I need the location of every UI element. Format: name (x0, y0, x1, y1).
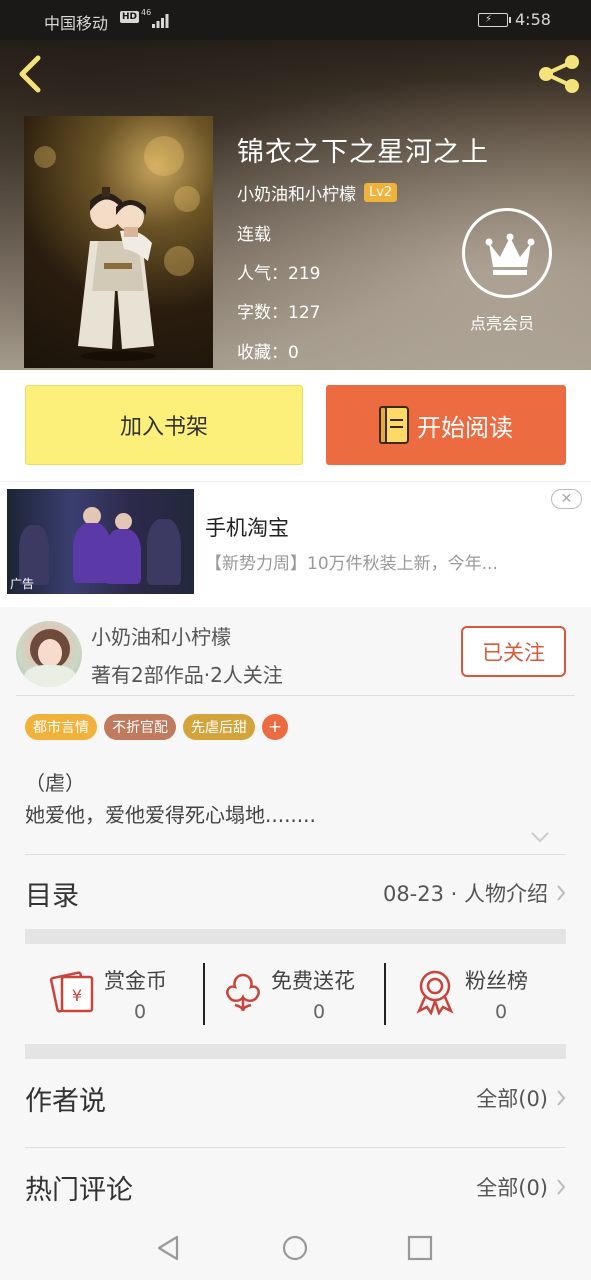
svg-text:¥: ¥ (72, 986, 82, 1005)
stat-divider (384, 963, 386, 1025)
system-nav-bar (0, 1216, 591, 1280)
vip-button[interactable] (462, 208, 552, 298)
section-separator (25, 1044, 566, 1059)
follow-button[interactable]: 已关注 (461, 626, 566, 677)
author-name[interactable]: 小奶油和小柠檬 (237, 180, 356, 205)
divider (25, 1147, 566, 1148)
reward-coins-label: 赏金币 (104, 969, 167, 993)
action-bar: 加入书架 开始阅读 (0, 370, 591, 481)
favorites: 收藏：0 (237, 338, 299, 363)
signal-icon (152, 14, 169, 28)
popularity: 人气：219 (237, 259, 320, 284)
nav-back-icon[interactable] (155, 1234, 183, 1262)
level-badge: Lv2 (364, 183, 398, 202)
word-count-value: 127 (288, 303, 321, 323)
favorites-label: 收藏： (237, 343, 288, 363)
fan-ranking-stat[interactable]: 粉丝榜 0 (415, 959, 565, 1039)
add-tag-button[interactable]: + (262, 714, 288, 740)
ad-title[interactable]: 手机淘宝 (205, 512, 289, 542)
flower-icon (226, 973, 260, 1012)
ad-description[interactable]: 【新势力周】10万件秋装上新，今年... (205, 549, 498, 574)
send-flowers-label: 免费送花 (271, 969, 355, 993)
chevron-right-icon (557, 1090, 566, 1106)
favorites-value: 0 (288, 343, 299, 363)
status-bar: 中国移动 HD 46 ⚡ 4:58 (0, 0, 591, 40)
share-icon[interactable] (536, 54, 582, 94)
author-says-row[interactable]: 作者说 全部(0) (25, 1070, 566, 1126)
intro-line-1: （虐） (25, 771, 85, 795)
hd-badge: HD (120, 11, 140, 23)
chevron-right-icon (557, 1179, 566, 1195)
book-title: 锦衣之下之星河之上 (237, 137, 489, 168)
nav-recents-icon[interactable] (406, 1234, 434, 1262)
hot-comments-label: 热门评论 (25, 1174, 133, 1206)
author-row[interactable]: 小奶油和小柠檬 Lv2 (237, 180, 398, 205)
tag-item[interactable]: 先虐后甜 (183, 714, 255, 740)
author-card-name[interactable]: 小奶油和小柠檬 (91, 621, 231, 650)
stat-divider (203, 963, 205, 1025)
author-says-all: 全部(0) (476, 1083, 566, 1113)
popularity-value: 219 (288, 264, 321, 284)
chevron-down-icon[interactable] (530, 829, 550, 845)
reward-coins-stat[interactable]: ¥ 赏金币 0 (50, 959, 200, 1039)
tag-item[interactable]: 都市言情 (25, 714, 97, 740)
hot-comments-all: 全部(0) (476, 1172, 566, 1202)
add-to-shelf-button[interactable]: 加入书架 (25, 385, 303, 465)
book-status: 连载 (237, 225, 271, 245)
hot-comments-all-text: 全部(0) (476, 1176, 548, 1200)
send-flowers-stat[interactable]: 免费送花 0 (223, 959, 383, 1039)
section-separator (25, 929, 566, 944)
ad-banner[interactable]: 广告 手机淘宝 【新势力周】10万件秋装上新，今年... ✕ (0, 481, 591, 607)
ad-close-button[interactable]: ✕ (551, 489, 582, 509)
word-count-label: 字数： (237, 303, 288, 323)
stats-bar: ¥ 赏金币 0 免费送花 0 粉丝榜 0 (25, 959, 566, 1039)
back-arrow-icon[interactable] (14, 54, 48, 94)
nav-home-icon[interactable] (281, 1234, 309, 1262)
catalog-row[interactable]: 目录 08-23 · 人物介绍 (25, 865, 566, 921)
chevron-right-icon (557, 885, 566, 901)
catalog-label: 目录 (25, 880, 79, 912)
ad-tag: 广告 (10, 577, 35, 591)
catalog-latest-text: 08-23 · 人物介绍 (382, 882, 548, 906)
clock: 4:58 (515, 10, 551, 29)
start-reading-button[interactable]: 开始阅读 (326, 385, 566, 465)
book-cover[interactable] (24, 116, 213, 368)
ribbon-medal-icon (416, 970, 454, 1015)
popularity-label: 人气： (237, 264, 288, 284)
book-details: 小奶油和小柠檬 著有2部作品·2人关注 已关注 都市言情 不折官配 先虐后甜 +… (0, 607, 591, 1224)
author-says-all-text: 全部(0) (476, 1087, 548, 1111)
crown-icon (485, 233, 535, 275)
author-says-label: 作者说 (25, 1085, 106, 1117)
fan-ranking-value: 0 (495, 1001, 508, 1023)
vip-label[interactable]: 点亮会员 (470, 310, 534, 334)
book-icon (379, 406, 409, 444)
carrier-name: 中国移动 (44, 14, 109, 33)
catalog-latest: 08-23 · 人物介绍 (383, 878, 566, 908)
hot-comments-row[interactable]: 热门评论 全部(0) (25, 1159, 566, 1215)
send-flowers-value: 0 (313, 1001, 326, 1023)
book-header: 锦衣之下之星河之上 小奶油和小柠檬 Lv2 连载 人气：219 字数：127 收… (0, 40, 591, 370)
word-count: 字数：127 (237, 298, 320, 323)
fan-ranking-label: 粉丝榜 (465, 969, 528, 993)
ad-image[interactable]: 广告 (7, 489, 194, 594)
start-reading-label: 开始阅读 (417, 413, 513, 442)
cover-illustration (78, 187, 156, 361)
divider (16, 695, 575, 696)
divider (25, 854, 566, 855)
reward-coins-value: 0 (134, 1001, 147, 1023)
intro-line-2: 她爱他，爱他爱得死心塌地........ (25, 803, 316, 827)
battery-icon: ⚡ (478, 13, 511, 27)
network-type: 46 (141, 8, 152, 17)
tag-list: 都市言情 不折官配 先虐后甜 + (25, 714, 288, 740)
coin-envelope-icon: ¥ (50, 971, 94, 1013)
author-avatar[interactable] (16, 621, 82, 687)
author-card-stats: 著有2部作品·2人关注 (91, 663, 283, 687)
tag-item[interactable]: 不折官配 (104, 714, 176, 740)
